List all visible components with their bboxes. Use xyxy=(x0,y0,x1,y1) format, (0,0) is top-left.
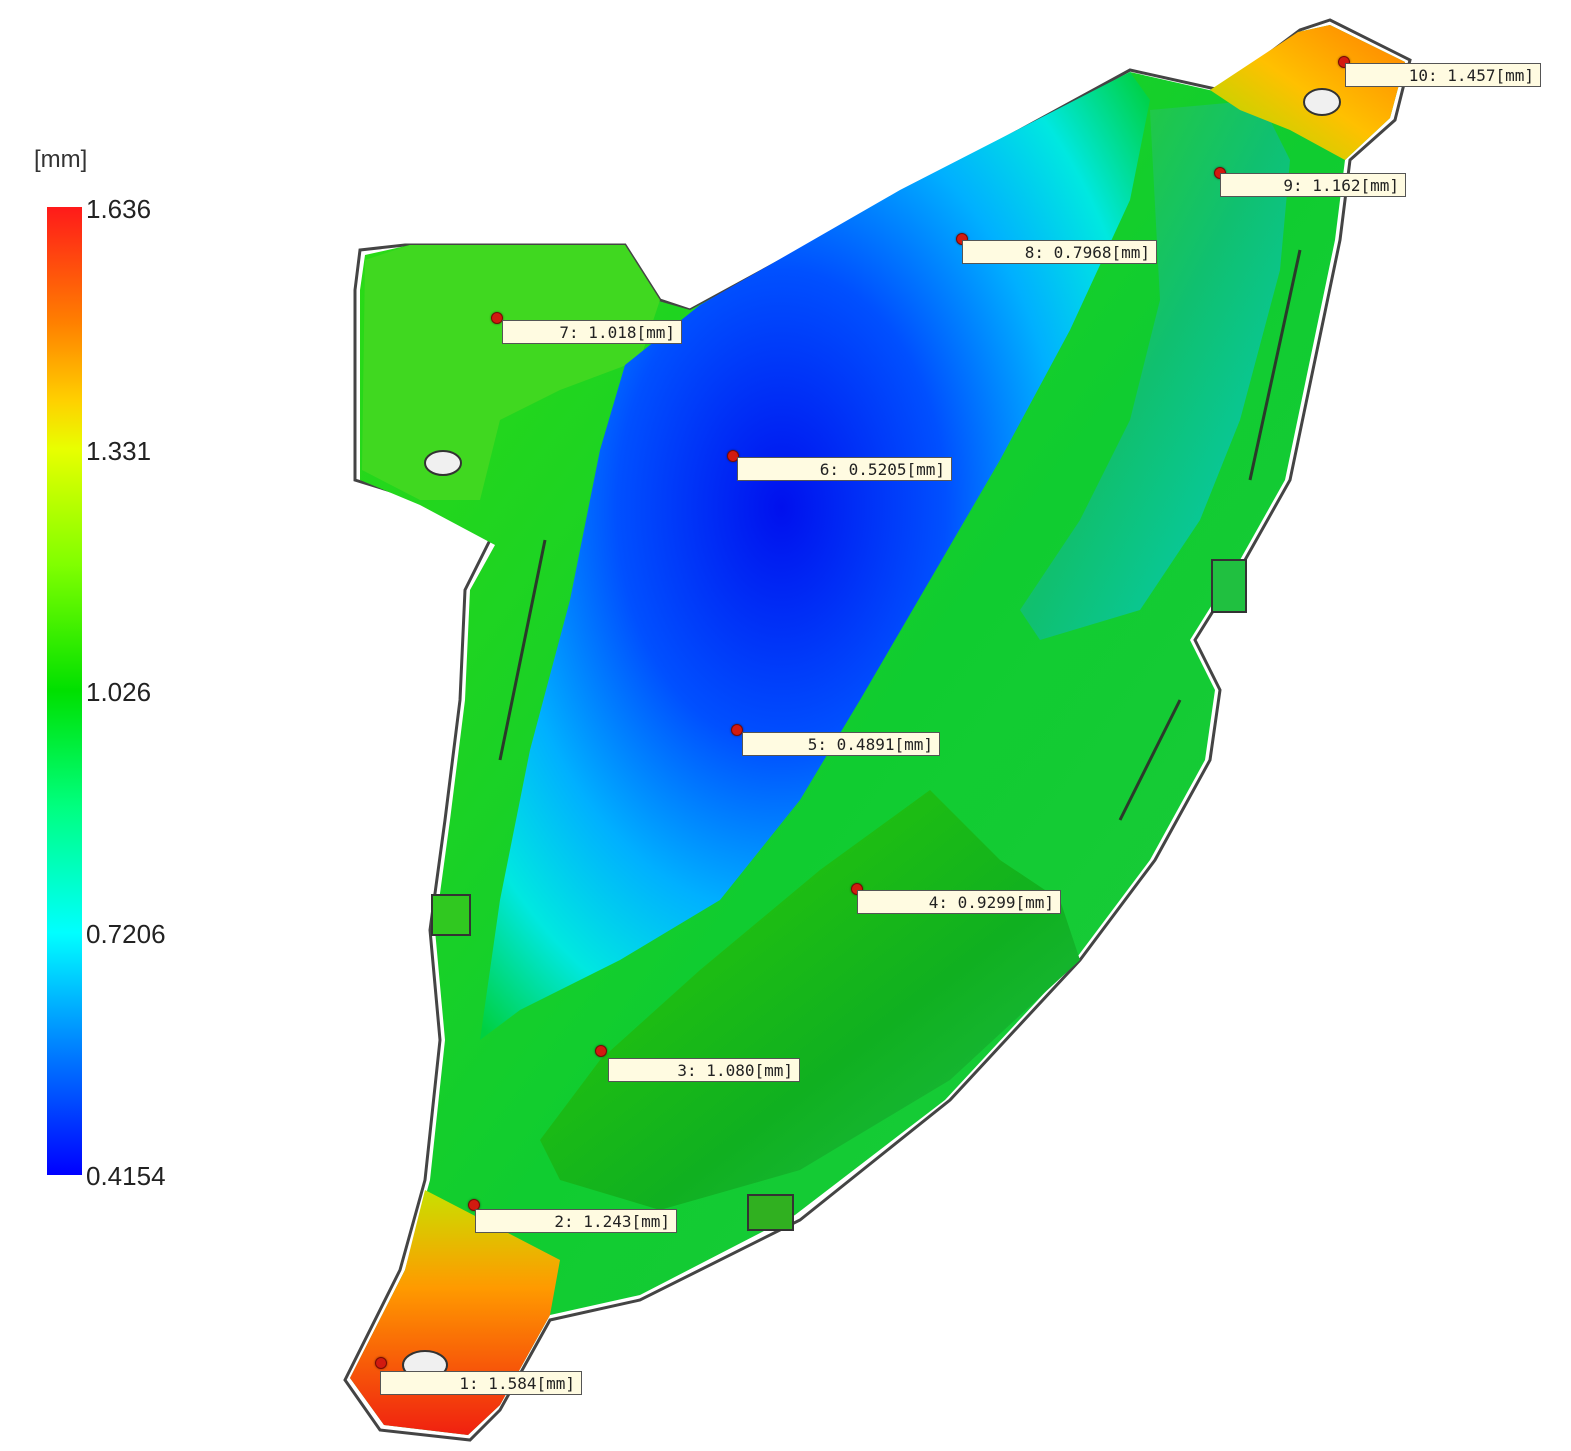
bottom-boss xyxy=(747,1194,794,1231)
probe-8-label[interactable]: 8: 0.7968[mm] xyxy=(962,240,1157,264)
mount-hole-top xyxy=(1303,88,1341,116)
probe-2-label[interactable]: 2: 1.243[mm] xyxy=(475,1209,677,1233)
part-model[interactable] xyxy=(0,0,1571,1451)
probe-6-label[interactable]: 6: 0.5205[mm] xyxy=(737,457,952,481)
probe-5-label[interactable]: 5: 0.4891[mm] xyxy=(742,732,940,756)
probe-10-label[interactable]: 10: 1.457[mm] xyxy=(1345,63,1541,87)
probe-3-marker[interactable] xyxy=(595,1045,607,1057)
probe-4-label[interactable]: 4: 0.9299[mm] xyxy=(857,890,1061,914)
probe-9-label[interactable]: 9: 1.162[mm] xyxy=(1220,173,1406,197)
simulation-viewport[interactable]: [mm] 1.636 1.331 1.026 0.7206 0.4154 1: … xyxy=(0,0,1571,1451)
side-boss-right xyxy=(1211,559,1247,613)
probe-3-label[interactable]: 3: 1.080[mm] xyxy=(608,1058,800,1082)
probe-1-label[interactable]: 1: 1.584[mm] xyxy=(380,1371,582,1395)
probe-7-label[interactable]: 7: 1.018[mm] xyxy=(502,320,682,344)
side-boss-left xyxy=(431,894,471,936)
mount-hole-left xyxy=(424,450,462,476)
probe-1-marker[interactable] xyxy=(375,1357,387,1369)
